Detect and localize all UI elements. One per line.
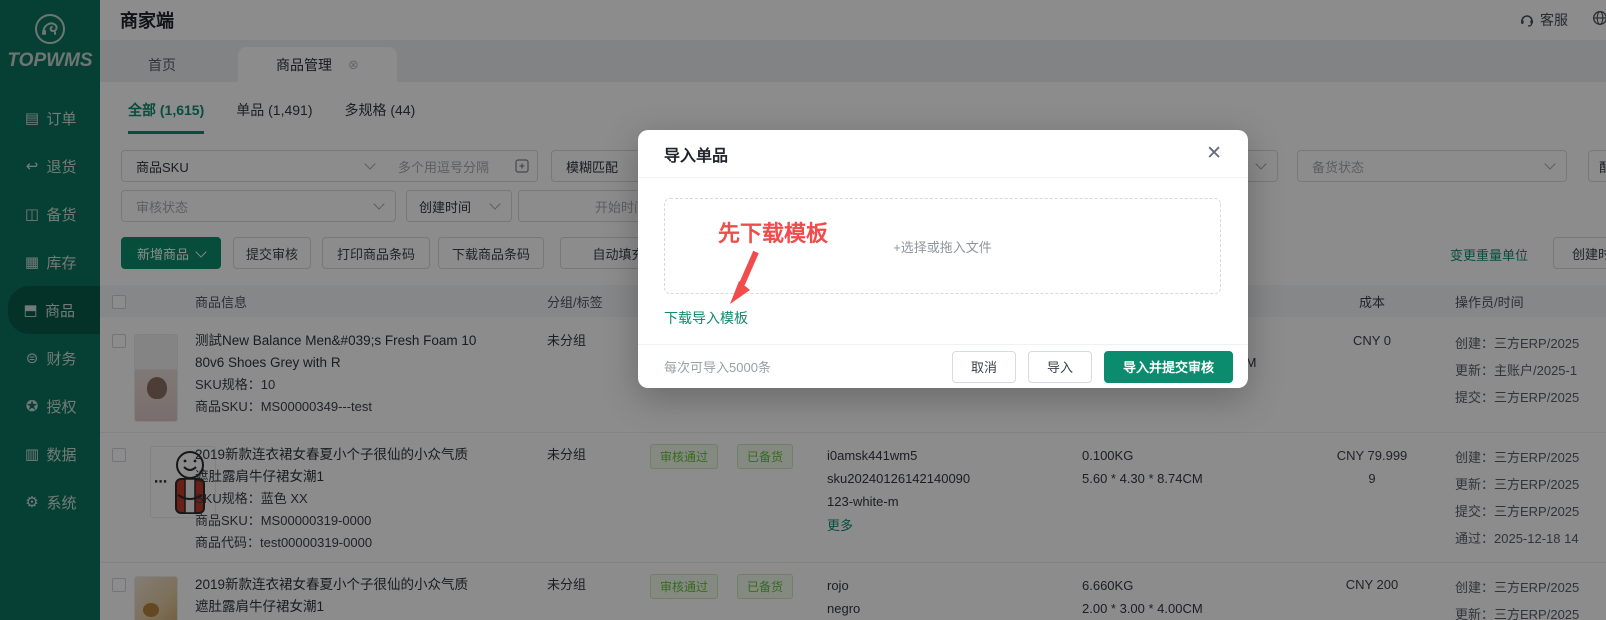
dropzone-label: +选择或拖入文件	[893, 239, 992, 255]
app-window: TOPWMS ▤ 订单 ↩ 退货 ◫ 备货 ▦ 库存 ⬒ 商品 ⊜ 财务 ✪ 授…	[0, 0, 1606, 620]
annotation-arrow-icon	[730, 250, 759, 304]
modal-title: 导入单品	[664, 147, 729, 165]
import-single-product-modal: 导入单品 ✕ +选择或拖入文件 先下载模板 下载导入模板 每次可导入5000条 …	[638, 130, 1248, 388]
close-icon[interactable]: ✕	[1206, 144, 1222, 163]
import-limit-note: 每次可导入5000条	[664, 360, 771, 375]
download-template-link[interactable]: 下载导入模板	[664, 308, 748, 328]
modal-footer: 每次可导入5000条 取消 导入 导入并提交审核	[638, 344, 1248, 388]
annotation-text: 先下载模板	[718, 221, 829, 246]
import-and-submit-button[interactable]: 导入并提交审核	[1103, 350, 1233, 383]
cancel-button[interactable]: 取消	[951, 350, 1016, 383]
modal-header: 导入单品 ✕	[638, 130, 1248, 178]
import-button[interactable]: 导入	[1027, 350, 1092, 383]
